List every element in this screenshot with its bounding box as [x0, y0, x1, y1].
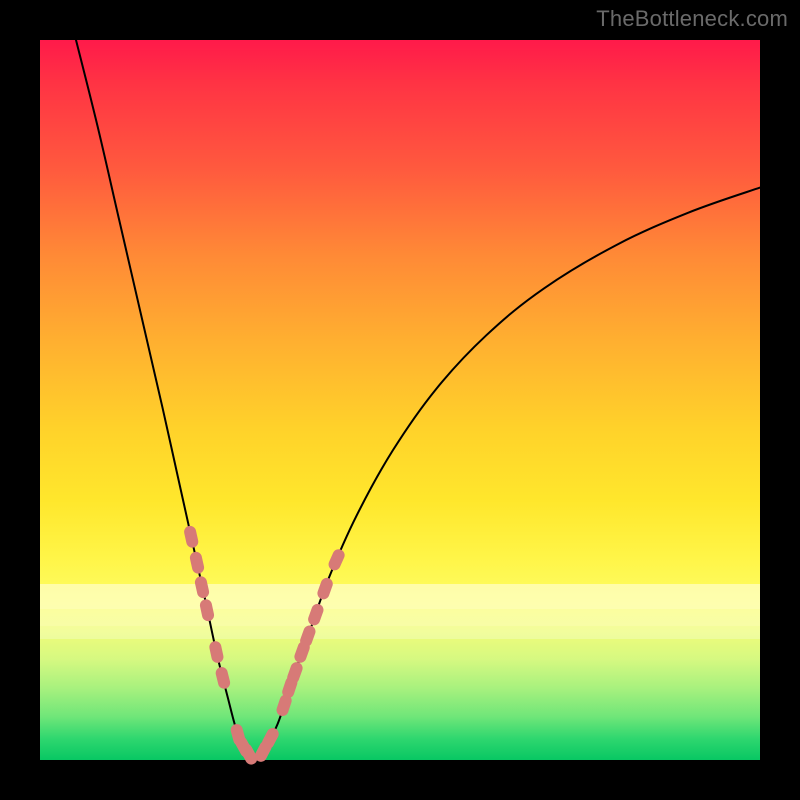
- bottleneck-curve-right: [263, 188, 760, 752]
- watermark-text: TheBottleneck.com: [596, 6, 788, 32]
- marker-group: [183, 525, 347, 767]
- curve-marker: [306, 602, 325, 627]
- curve-marker: [316, 576, 335, 601]
- curve-marker: [199, 598, 215, 622]
- bottleneck-curve-left: [76, 40, 249, 754]
- curve-marker: [214, 666, 231, 690]
- curve-marker: [327, 547, 347, 572]
- curve-marker: [183, 525, 199, 549]
- chart-frame: TheBottleneck.com: [0, 0, 800, 800]
- curve-layer: [40, 40, 760, 760]
- curve-marker: [208, 640, 224, 664]
- curve-marker: [189, 551, 205, 575]
- curve-marker: [194, 575, 210, 599]
- plot-area: [40, 40, 760, 760]
